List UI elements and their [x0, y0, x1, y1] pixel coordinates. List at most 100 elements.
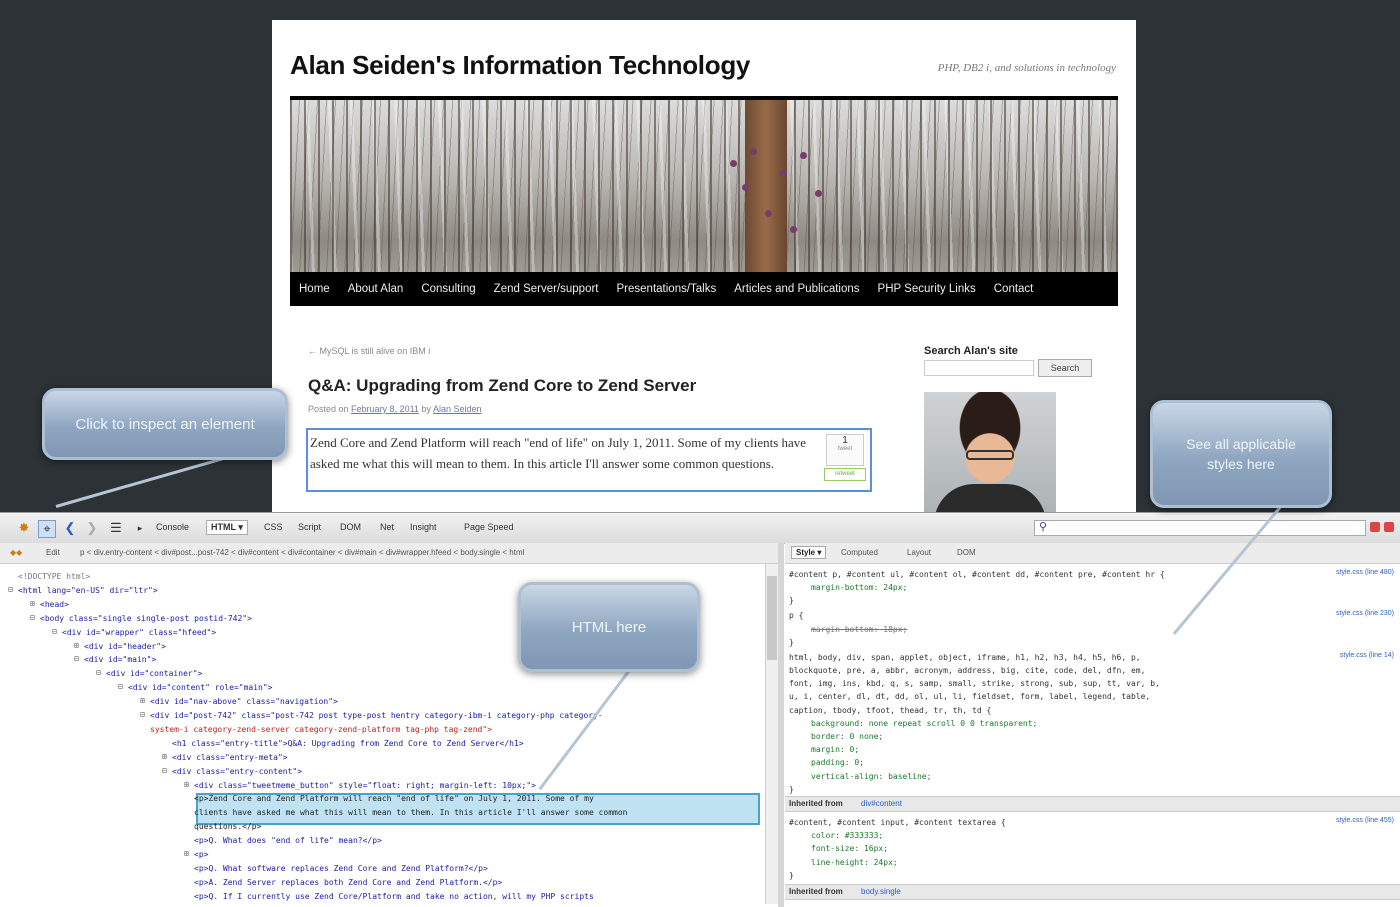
site-title[interactable]: Alan Seiden's Information Technology — [290, 50, 750, 81]
nav-item-5[interactable]: Articles and Publications — [725, 283, 868, 295]
retweet-button[interactable]: retweet — [824, 468, 866, 481]
css-property-line[interactable]: vertical-align: baseline; — [811, 770, 931, 783]
css-source-link[interactable]: style.css (line 230) — [1336, 610, 1394, 617]
html-node-line[interactable]: <div id="wrapper" class="hfeed"> — [62, 626, 216, 639]
css-selector-line[interactable]: html, body, div, span, applet, object, i… — [789, 651, 1141, 664]
html-node-line[interactable]: <div id="post-742" class="post-742 post … — [150, 709, 603, 722]
css-selector-line[interactable]: } — [789, 783, 794, 796]
tweet-count[interactable]: 1 tweet — [826, 434, 864, 466]
scrollbar-thumb[interactable] — [767, 576, 777, 660]
expand-toggle-icon[interactable]: ⊞ — [30, 599, 38, 608]
sidebar-search-input[interactable] — [924, 360, 1034, 376]
html-node-line[interactable]: <p>A. Zend Server replaces both Zend Cor… — [194, 876, 502, 889]
css-property-line[interactable]: padding: 0; — [811, 756, 864, 769]
html-scrollbar[interactable] — [765, 564, 778, 904]
expand-toggle-icon[interactable]: ⊞ — [162, 752, 170, 761]
expand-toggle-icon[interactable]: ⊞ — [140, 697, 148, 705]
html-node-line[interactable]: <html lang="en-US" dir="ltr"> — [18, 584, 158, 597]
css-selector-line[interactable]: blockquote, pre, a, abbr, acronym, addre… — [789, 664, 1145, 677]
nav-item-3[interactable]: Zend Server/support — [485, 283, 608, 295]
menu-icon[interactable]: ☰ — [108, 520, 124, 536]
html-node-line[interactable]: <head> — [40, 598, 69, 611]
tab-0[interactable]: Console — [156, 522, 189, 532]
css-selector-line[interactable]: #content p, #content ul, #content ol, #c… — [789, 568, 1165, 581]
breadcrumb[interactable]: p < div.entry-content < div#post...post-… — [80, 543, 524, 563]
side-tab-0[interactable]: Style ▾ — [791, 546, 827, 559]
html-node-line[interactable]: <div class="tweetmeme_button" style="flo… — [194, 779, 536, 792]
html-node-line[interactable]: <p>Q. If I currently use Zend Core/Platf… — [194, 890, 594, 903]
expand-toggle-icon[interactable]: ⊟ — [118, 683, 126, 691]
css-property-line[interactable]: line-height: 24px; — [811, 856, 898, 869]
nav-item-0[interactable]: Home — [290, 283, 339, 295]
html-node-line[interactable]: <div class="entry-meta"> — [172, 751, 288, 764]
css-property-line[interactable]: margin-bottom: 18px; — [811, 623, 907, 636]
expand-toggle-icon[interactable]: ⊟ — [30, 613, 38, 622]
html-node-line[interactable]: <div class="entry-content"> — [172, 765, 302, 778]
css-property-line[interactable]: border: 0 none; — [811, 730, 883, 743]
html-node-line[interactable]: questions.</p> — [194, 820, 261, 833]
css-selector-line[interactable]: } — [789, 636, 794, 649]
tab-2[interactable]: CSS — [264, 522, 283, 532]
expand-toggle-icon[interactable]: ⊟ — [52, 627, 60, 636]
nav-item-4[interactable]: Presentations/Talks — [608, 283, 726, 295]
tab-1[interactable]: HTML ▾ — [206, 520, 248, 535]
tab-3[interactable]: Script — [298, 522, 321, 532]
edit-button[interactable]: Edit — [46, 543, 60, 563]
side-tab-2[interactable]: Layout — [907, 548, 931, 557]
post-title[interactable]: Q&A: Upgrading from Zend Core to Zend Se… — [308, 376, 696, 396]
nav-item-6[interactable]: PHP Security Links — [869, 283, 985, 295]
inherited-selector-link[interactable]: div#content — [861, 797, 902, 811]
tab-4[interactable]: DOM — [340, 522, 361, 532]
tab-6[interactable]: Insight — [410, 522, 437, 532]
tab-7[interactable]: Page Speed — [464, 522, 514, 532]
html-node-line[interactable]: <p>Q. What does "end of life" mean?</p> — [194, 834, 382, 847]
css-selector-line[interactable]: font, img, ins, kbd, q, s, samp, small, … — [789, 677, 1160, 690]
css-property-line[interactable]: margin-bottom: 24px; — [811, 581, 907, 594]
css-selector-line[interactable]: u, i, center, dl, dt, dd, ol, ul, li, fi… — [789, 690, 1150, 703]
html-node-line[interactable]: <h1 class="entry-title">Q&A: Upgrading f… — [172, 737, 524, 750]
back-icon[interactable]: ❮ — [62, 520, 78, 536]
css-selector-line[interactable]: } — [789, 869, 794, 882]
expand-toggle-icon[interactable]: ⊞ — [74, 641, 82, 650]
css-source-link[interactable]: style.css (line 455) — [1336, 817, 1394, 824]
html-node-line[interactable]: <!DOCTYPE html> — [18, 570, 90, 583]
panel-splitter[interactable] — [778, 543, 784, 907]
panel-icon[interactable]: ◆◆ — [10, 543, 22, 563]
html-node-line[interactable]: system-i category-zend-server category-z… — [150, 723, 492, 736]
forward-icon[interactable]: ❯ — [84, 520, 100, 536]
html-node-line[interactable]: <div id="content" role="main"> — [128, 681, 273, 694]
collapse-icon[interactable]: ▸ — [132, 520, 148, 536]
expand-toggle-icon[interactable]: ⊟ — [140, 711, 148, 719]
tab-5[interactable]: Net — [380, 522, 394, 532]
nav-item-2[interactable]: Consulting — [412, 283, 484, 295]
firebug-icon[interactable]: ✸ — [16, 520, 32, 536]
expand-toggle-icon[interactable]: ⊟ — [8, 585, 16, 594]
inherited-selector-link[interactable]: body.single — [861, 885, 901, 899]
html-node-line[interactable]: <div id="header"> — [84, 640, 166, 653]
previous-post-link[interactable]: ← MySQL is still alive on IBM i — [308, 346, 430, 356]
close-icon[interactable] — [1384, 522, 1394, 532]
css-selector-line[interactable]: } — [789, 594, 794, 607]
html-node-line[interactable]: <div id="container"> — [106, 667, 202, 680]
author-link[interactable]: Alan Seiden — [433, 404, 482, 414]
html-node-line[interactable]: <body class="single single-post postid-7… — [40, 612, 252, 625]
css-property-line[interactable]: color: #333333; — [811, 829, 883, 842]
side-tab-3[interactable]: DOM — [957, 548, 976, 557]
html-node-line[interactable]: <p>Q. What software replaces Zend Core a… — [194, 862, 488, 875]
sidebar-search-button[interactable]: Search — [1038, 359, 1092, 377]
css-selector-line[interactable]: #content, #content input, #content texta… — [789, 816, 1006, 829]
nav-item-7[interactable]: Contact — [985, 283, 1043, 295]
css-property-line[interactable]: font-size: 16px; — [811, 842, 888, 855]
expand-toggle-icon[interactable]: ⊞ — [184, 780, 192, 789]
css-selector-line[interactable]: caption, tbody, tfoot, thead, tr, th, td… — [789, 704, 991, 717]
expand-toggle-icon[interactable]: ⊟ — [162, 766, 170, 775]
html-node-line[interactable]: <p> — [194, 848, 208, 861]
nav-item-1[interactable]: About Alan — [339, 283, 413, 295]
html-node-line[interactable]: <div id="main"> — [84, 653, 156, 666]
inspect-icon[interactable]: ⌖ — [38, 520, 56, 538]
html-node-line[interactable]: <p>Zend Core and Zend Platform will reac… — [194, 792, 594, 805]
expand-toggle-icon[interactable]: ⊞ — [184, 850, 192, 858]
side-tab-1[interactable]: Computed — [841, 548, 878, 557]
firebug-search-input[interactable]: ⚲ — [1034, 520, 1366, 536]
html-node-line[interactable]: <div id="nav-above" class="navigation"> — [150, 695, 338, 708]
